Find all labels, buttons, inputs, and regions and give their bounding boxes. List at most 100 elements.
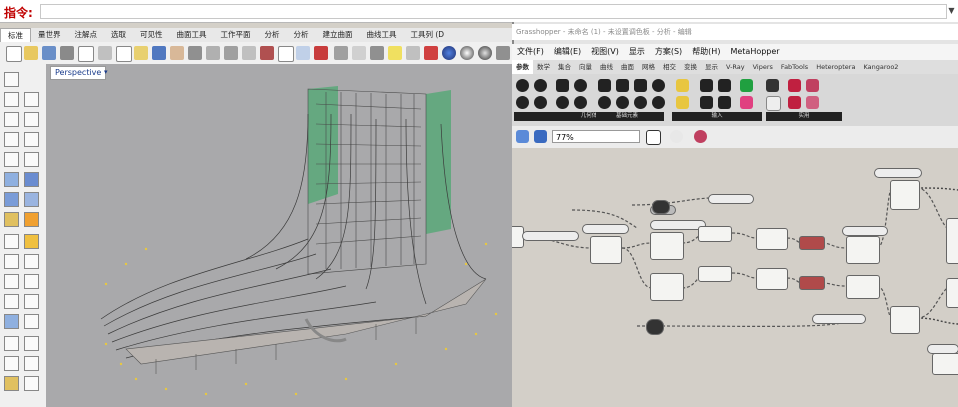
field-param-icon[interactable]	[652, 79, 665, 92]
explode-icon[interactable]	[24, 212, 39, 227]
tab-mesh[interactable]: 网格	[638, 60, 659, 74]
gh-node[interactable]	[799, 276, 825, 290]
circle-param-icon[interactable]	[574, 79, 587, 92]
save-icon[interactable]	[42, 46, 56, 60]
tab-3[interactable]: 注解点	[68, 28, 105, 42]
undo-icon[interactable]	[152, 46, 166, 60]
viewport-label[interactable]: Perspective	[50, 66, 107, 80]
panel-icon[interactable]	[676, 79, 689, 92]
gh-node[interactable]	[946, 278, 958, 308]
save-icon[interactable]	[534, 130, 547, 143]
tab-kangaroo2[interactable]: Kangaroo2	[859, 60, 902, 74]
circle-icon[interactable]	[24, 112, 39, 127]
tab-surface[interactable]: 曲面	[617, 60, 638, 74]
plane-param-icon[interactable]	[574, 96, 587, 109]
tab-display[interactable]: 显示	[701, 60, 722, 74]
gh-node[interactable]	[698, 226, 732, 242]
tab-vray[interactable]: V-Ray	[722, 60, 749, 74]
line-param-icon[interactable]	[556, 96, 569, 109]
command-input[interactable]	[40, 4, 947, 19]
surface-param-icon[interactable]	[598, 79, 611, 92]
color-wheel-icon[interactable]	[442, 46, 456, 60]
shaded-sphere-icon[interactable]	[460, 46, 474, 60]
fit-icon[interactable]	[766, 96, 781, 111]
copy-icon[interactable]	[116, 46, 132, 62]
move-icon[interactable]	[24, 254, 39, 269]
lock-icon[interactable]	[406, 46, 420, 60]
section-util[interactable]: 实用	[766, 112, 842, 121]
zoom-extents-icon[interactable]	[646, 130, 661, 145]
object-snap-icon[interactable]	[370, 46, 384, 60]
gh-node[interactable]	[846, 236, 880, 264]
curve-param-icon[interactable]	[556, 79, 569, 92]
rendered-sphere-icon[interactable]	[478, 46, 492, 60]
mesh-param-icon[interactable]	[634, 79, 647, 92]
array-icon[interactable]	[24, 294, 39, 309]
chevron-down-icon[interactable]: ▼	[947, 4, 956, 17]
tab-surface-tools[interactable]: 曲面工具	[170, 28, 214, 42]
select-arrow-icon[interactable]	[4, 72, 19, 87]
tab-vipers[interactable]: Vipers	[749, 60, 777, 74]
grid-icon[interactable]	[4, 336, 19, 351]
tab-heteroptera[interactable]: Heteroptera	[812, 60, 859, 74]
select-icon[interactable]	[334, 46, 348, 60]
gh-node[interactable]	[846, 275, 880, 299]
slider-icon[interactable]	[700, 79, 713, 92]
gh-node[interactable]	[946, 218, 958, 264]
rotate-view-icon[interactable]	[188, 46, 202, 60]
menu-file[interactable]: 文件(F)	[512, 44, 549, 60]
check-icon[interactable]	[24, 356, 39, 371]
loft-icon[interactable]	[24, 172, 39, 187]
tab-intersect[interactable]: 相交	[659, 60, 680, 74]
menu-display[interactable]: 显示	[624, 44, 650, 60]
tab-fabtools[interactable]: FabTools	[777, 60, 812, 74]
menu-view[interactable]: 视图(V)	[586, 44, 624, 60]
zoom-extents-icon[interactable]	[242, 46, 256, 60]
tab-toolbars[interactable]: 工具列 (D	[404, 28, 452, 42]
cut-icon[interactable]	[98, 46, 112, 60]
tab-curve[interactable]: 曲线	[596, 60, 617, 74]
tab-maths[interactable]: 数学	[533, 60, 554, 74]
perspective-viewport[interactable]	[46, 64, 512, 407]
four-viewports-icon[interactable]	[278, 46, 294, 62]
gh-param-pill[interactable]	[874, 168, 922, 178]
tab-vector[interactable]: 向量	[575, 60, 596, 74]
gh-node[interactable]	[646, 319, 664, 335]
rotate-icon[interactable]	[4, 274, 19, 289]
gh-canvas[interactable]	[512, 148, 958, 407]
gh-param-pill[interactable]	[582, 224, 629, 234]
gh-param-pill[interactable]	[522, 231, 579, 241]
open-icon[interactable]	[516, 130, 529, 143]
join-icon[interactable]	[4, 254, 19, 269]
undo-view-icon[interactable]	[260, 46, 274, 60]
brep-param-icon[interactable]	[616, 79, 629, 92]
layer-icon[interactable]	[4, 356, 19, 371]
cplane-icon[interactable]	[296, 46, 310, 60]
import-icon[interactable]	[78, 46, 94, 62]
gh-node[interactable]	[650, 273, 684, 301]
scribble-icon[interactable]	[806, 96, 819, 109]
split-icon[interactable]	[24, 234, 39, 249]
tab-select[interactable]: 选取	[104, 28, 133, 42]
sphere-icon[interactable]	[24, 192, 39, 207]
jump-icon[interactable]	[806, 79, 819, 92]
car-icon[interactable]	[314, 46, 328, 60]
gh-node[interactable]	[650, 232, 684, 260]
mirror-icon[interactable]	[4, 294, 19, 309]
gh-node[interactable]	[932, 353, 958, 375]
point-param-icon[interactable]	[516, 79, 529, 92]
paste-icon[interactable]	[134, 46, 148, 60]
gh-node[interactable]	[890, 180, 920, 210]
group-icon[interactable]	[24, 376, 39, 391]
block-icon[interactable]	[4, 376, 19, 391]
gh-node[interactable]	[756, 268, 788, 290]
zoom-window-icon[interactable]	[224, 46, 238, 60]
zoom-field[interactable]: 77%	[552, 130, 640, 143]
scale-icon[interactable]	[24, 274, 39, 289]
eye-icon[interactable]	[670, 130, 683, 143]
surface-icon[interactable]	[4, 172, 19, 187]
gh-param-pill[interactable]	[812, 314, 866, 324]
gh-node[interactable]	[698, 266, 732, 282]
gh-node[interactable]	[799, 236, 825, 250]
gh-node[interactable]	[890, 306, 920, 334]
